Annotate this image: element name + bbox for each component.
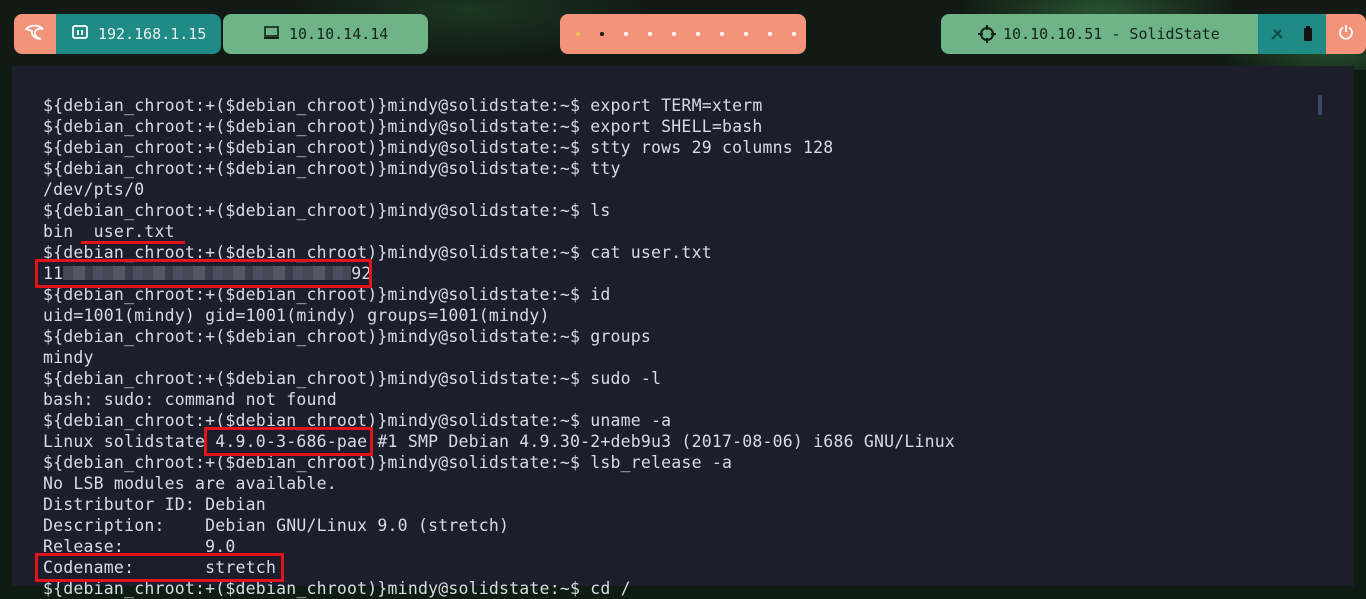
flag-prefix: 11 — [43, 264, 64, 283]
terminal-output: ${debian_chroot:+($debian_chroot)}mindy@… — [43, 95, 955, 599]
redacted-flag — [63, 266, 352, 280]
network-icon — [72, 25, 88, 43]
workspace-1[interactable] — [576, 32, 580, 36]
local-ip-widget[interactable]: 192.168.1.15 — [56, 14, 221, 54]
power-button[interactable] — [1326, 14, 1366, 54]
terminal-line: ${debian_chroot:+($debian_chroot)}mindy@… — [43, 411, 672, 430]
kali-dragon-icon — [24, 23, 46, 45]
terminal-line: ${debian_chroot:+($debian_chroot)}mindy@… — [43, 369, 662, 388]
terminal-line: Codename: stretch — [43, 558, 277, 577]
monitor-icon — [264, 26, 279, 44]
vpn-ip-text: 10.10.14.14 — [289, 25, 389, 43]
workspace-7[interactable] — [720, 32, 724, 36]
vpn-ip-widget[interactable]: 10.10.14.14 — [223, 14, 428, 54]
terminal-line: ${debian_chroot:+($debian_chroot)}mindy@… — [43, 243, 712, 262]
workspace-6[interactable] — [696, 32, 700, 36]
flag-suffix: 92 — [351, 264, 372, 283]
workspace-10[interactable] — [792, 32, 796, 36]
kali-menu-button[interactable] — [14, 14, 56, 54]
workspace-4[interactable] — [648, 32, 652, 36]
flag-line: 11 92 — [43, 263, 955, 284]
terminal-line: ${debian_chroot:+($debian_chroot)}mindy@… — [43, 96, 763, 115]
terminal-line: ${debian_chroot:+($debian_chroot)}mindy@… — [43, 579, 631, 598]
scrollbar-thumb[interactable] — [1318, 95, 1322, 115]
terminal-line: /dev/pts/0 — [43, 180, 145, 199]
workspace-8[interactable] — [744, 32, 748, 36]
terminal-line: ${debian_chroot:+($debian_chroot)}mindy@… — [43, 201, 611, 220]
terminal-line: ${debian_chroot:+($debian_chroot)}mindy@… — [43, 159, 621, 178]
power-icon — [1338, 24, 1354, 44]
workspace-9[interactable] — [768, 32, 772, 36]
terminal-line: Description: Debian GNU/Linux 9.0 (stret… — [43, 516, 510, 535]
target-widget[interactable]: 10.10.10.51 - SolidState — [941, 14, 1258, 54]
terminal-line: bin user.txt — [43, 222, 175, 241]
target-text: 10.10.10.51 - SolidState — [1003, 25, 1220, 43]
terminal-line: Linux solidstate 4.9.0-3-686-pae #1 SMP … — [43, 432, 956, 451]
terminal-line: Distributor ID: Debian — [43, 495, 266, 514]
terminal-line: ${debian_chroot:+($debian_chroot)}mindy@… — [43, 117, 763, 136]
terminal-line: ${debian_chroot:+($debian_chroot)}mindy@… — [43, 285, 611, 304]
terminal-line: ${debian_chroot:+($debian_chroot)}mindy@… — [43, 138, 834, 157]
crosshair-icon — [978, 25, 996, 47]
workspace-switcher[interactable] — [560, 14, 806, 54]
workspace-3[interactable] — [624, 32, 628, 36]
local-ip-text: 192.168.1.15 — [98, 25, 207, 43]
status-icons — [1258, 14, 1326, 54]
terminal-line: Release: 9.0 — [43, 537, 236, 556]
workspace-2[interactable] — [600, 32, 604, 36]
terminal-window[interactable]: ${debian_chroot:+($debian_chroot)}mindy@… — [12, 66, 1354, 598]
terminal-line: bash: sudo: command not found — [43, 390, 337, 409]
terminal-line: uid=1001(mindy) gid=1001(mindy) groups=1… — [43, 306, 550, 325]
user-txt-underline — [81, 241, 185, 244]
terminal-line: mindy — [43, 348, 94, 367]
settings-icon[interactable] — [1270, 27, 1284, 46]
terminal-line: ${debian_chroot:+($debian_chroot)}mindy@… — [43, 453, 733, 472]
terminal-line: ${debian_chroot:+($debian_chroot)}mindy@… — [43, 327, 652, 346]
battery-icon — [1303, 26, 1313, 46]
terminal-line: No LSB modules are available. — [43, 474, 337, 493]
workspace-5[interactable] — [672, 32, 676, 36]
